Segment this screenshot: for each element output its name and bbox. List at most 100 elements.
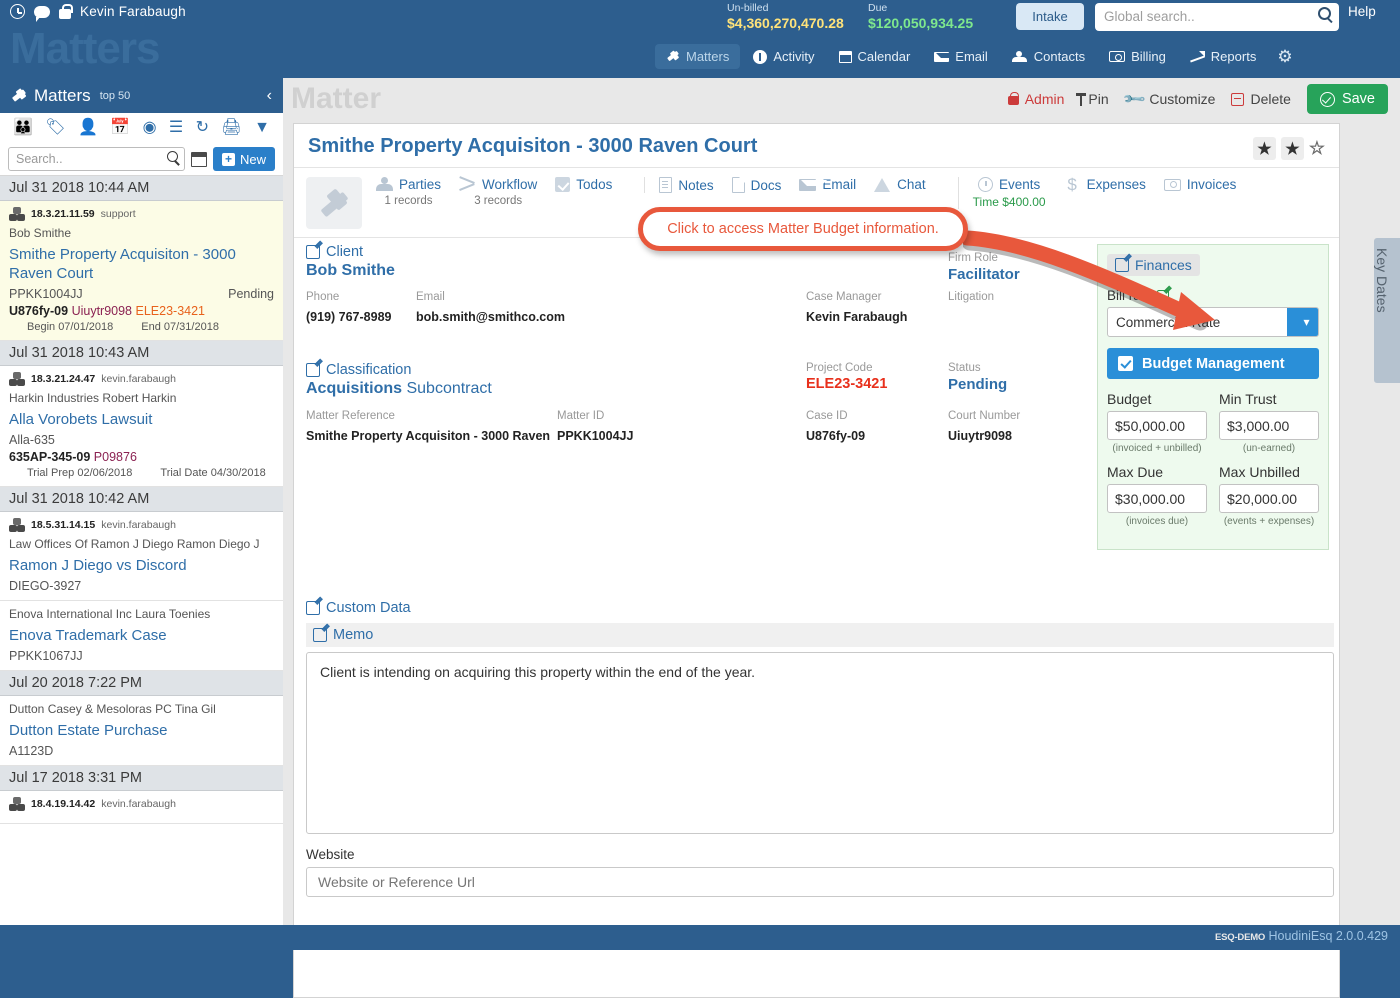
collapse-sidebar-icon[interactable]: ‹ (267, 87, 272, 105)
bill-rate-select[interactable]: Commercial Rate ▾ (1107, 307, 1319, 337)
star-1[interactable]: ★ (1253, 137, 1276, 160)
pin-icon (1080, 93, 1082, 106)
global-search[interactable] (1095, 3, 1339, 31)
lock-icon[interactable] (59, 9, 71, 19)
status-value: Pending (948, 376, 1007, 393)
tab-parties[interactable]: Parties 1 records (376, 177, 441, 207)
save-button[interactable]: Save (1307, 84, 1388, 114)
clock-icon[interactable] (10, 4, 25, 19)
list-item-matter[interactable]: Ramon J Diego vs Discord (9, 556, 274, 575)
nav-email[interactable]: Email (923, 44, 999, 69)
customize-button[interactable]: 🔧 Customize (1125, 90, 1216, 108)
list-item[interactable]: 18.5.31.14.15 kevin.farabaugh Law Office… (0, 512, 283, 601)
help-link[interactable]: Help (1348, 4, 1376, 19)
calendar-icon[interactable]: 📅 (110, 120, 130, 136)
edit-icon[interactable] (1115, 258, 1129, 272)
list-item[interactable]: 18.4.19.14.42 kevin.farabaugh (0, 791, 283, 824)
chat-icon[interactable] (34, 6, 50, 18)
printer-icon[interactable]: 🖨 (221, 120, 241, 136)
tab-notes[interactable]: Notes (659, 177, 713, 193)
list-item[interactable]: 18.3.21.11.59 support Bob Smithe Smithe … (0, 201, 283, 341)
intake-button[interactable]: Intake (1016, 3, 1084, 30)
new-matter-button[interactable]: + New (213, 147, 275, 171)
delete-button[interactable]: Delete (1231, 91, 1290, 107)
memo-textarea[interactable]: Client is intending on acquiring this pr… (306, 652, 1334, 834)
website-label: Website (306, 847, 1336, 862)
list-item-matter[interactable]: Alla Vorobets Lawsuit (9, 410, 274, 429)
matter-id-value: PPKK1004JJ (557, 429, 633, 443)
list-item[interactable]: 18.3.21.24.47 kevin.farabaugh Harkin Ind… (0, 366, 283, 487)
tab-events-sub: Time $400.00 (973, 195, 1046, 209)
person-orange-icon[interactable]: 👪 (13, 120, 33, 136)
tab-docs[interactable]: Docs (732, 177, 782, 193)
admin-button[interactable]: Admin (1008, 91, 1065, 107)
tab-invoices[interactable]: Invoices (1164, 177, 1237, 192)
filter-icon[interactable]: ▼ (254, 120, 270, 136)
edit-icon[interactable] (1157, 290, 1169, 302)
refresh-icon[interactable]: ↻ (196, 120, 209, 136)
gear-icon[interactable]: ⚙ (1277, 47, 1292, 67)
star-3[interactable]: ☆ (1309, 138, 1325, 159)
search-icon[interactable] (167, 151, 178, 162)
tab-chat[interactable]: Chat (874, 177, 926, 192)
cubes-icon (9, 207, 25, 221)
list-item-matter[interactable]: Smithe Property Acquisiton - 3000 Raven … (9, 245, 274, 283)
budget-value[interactable]: $50,000.00 (1107, 411, 1207, 440)
matter-reference-label: Matter Reference (306, 410, 550, 422)
user-icon[interactable]: 👤 (78, 120, 98, 136)
edit-icon[interactable] (313, 628, 327, 642)
people-icon (376, 177, 393, 192)
min-trust-value[interactable]: $3,000.00 (1219, 411, 1319, 440)
sidebar-search[interactable] (8, 147, 185, 171)
tab-expenses[interactable]: $ Expenses (1064, 177, 1146, 192)
min-trust-label: Min Trust (1219, 391, 1319, 407)
tab-workflow[interactable]: Workflow 3 records (459, 177, 537, 207)
finances-title[interactable]: Finances (1107, 254, 1200, 276)
search-icon[interactable] (1318, 7, 1331, 20)
tag-icon[interactable]: 🏷 (45, 120, 65, 136)
list-icon[interactable]: ☰ (169, 120, 183, 136)
max-unbilled-hint: (events + expenses) (1219, 516, 1319, 527)
max-unbilled-value[interactable]: $20,000.00 (1219, 484, 1319, 513)
key-dates-tab[interactable]: Key Dates (1374, 238, 1400, 383)
nav-reports[interactable]: Reports (1179, 44, 1268, 69)
list-item[interactable]: Dutton Casey & Mesoloras PC Tina Gil Dut… (0, 696, 283, 766)
tab-events[interactable]: Events Time $400.00 (973, 177, 1046, 209)
chevron-down-icon[interactable]: ▾ (1287, 308, 1318, 336)
tab-todos-label: Todos (576, 177, 612, 192)
sidebar-toolbar: 👪 🏷 👤 📅 ◉ ☰ ↻ 🖨 ▼ (0, 113, 283, 143)
nav-calendar[interactable]: Calendar (828, 44, 922, 69)
website-input[interactable] (306, 867, 1334, 897)
lifebuoy-icon[interactable]: ◉ (143, 120, 157, 136)
star-2[interactable]: ★ (1281, 137, 1304, 160)
tab-notes-label: Notes (678, 178, 713, 193)
nav-activity[interactable]: Activity (742, 44, 825, 69)
tab-todos[interactable]: Todos (555, 177, 612, 192)
nav-matters[interactable]: Matters (655, 44, 740, 69)
sidebar-search-input[interactable] (8, 147, 185, 171)
edit-icon[interactable] (306, 601, 320, 615)
list-item-ip: 18.3.21.11.59 (31, 208, 95, 220)
global-search-input[interactable] (1095, 3, 1300, 29)
matters-list[interactable]: Jul 31 2018 10:44 AM 18.3.21.11.59 suppo… (0, 175, 283, 940)
max-due-value[interactable]: $30,000.00 (1107, 484, 1207, 513)
edit-icon[interactable] (306, 245, 320, 259)
tab-matter-main[interactable] (306, 177, 362, 229)
nav-contacts[interactable]: Contacts (1001, 44, 1096, 69)
tab-parties-label: Parties (399, 177, 441, 192)
nav-billing[interactable]: Billing (1098, 44, 1177, 69)
calendar-filter-icon[interactable] (191, 152, 207, 167)
checkbox-icon[interactable] (1118, 356, 1133, 371)
list-item[interactable]: Enova International Inc Laura Toenies En… (0, 601, 283, 671)
list-item-matter[interactable]: Enova Trademark Case (9, 626, 274, 645)
edit-icon[interactable] (306, 363, 320, 377)
finances-panel: Finances Bill rate Commercial Rate ▾ Bud… (1097, 244, 1329, 550)
list-item-matter[interactable]: Dutton Estate Purchase (9, 721, 274, 740)
pin-button[interactable]: Pin (1080, 91, 1108, 107)
admin-label: Admin (1025, 91, 1065, 107)
budget-management-toggle[interactable]: Budget Management (1107, 348, 1319, 379)
sidebar-subtitle: top 50 (100, 90, 131, 102)
custom-data-section[interactable]: Custom Data (306, 600, 1336, 616)
tab-email[interactable]: Email (799, 177, 856, 192)
list-item-c1: U876fy-09 (9, 304, 68, 318)
